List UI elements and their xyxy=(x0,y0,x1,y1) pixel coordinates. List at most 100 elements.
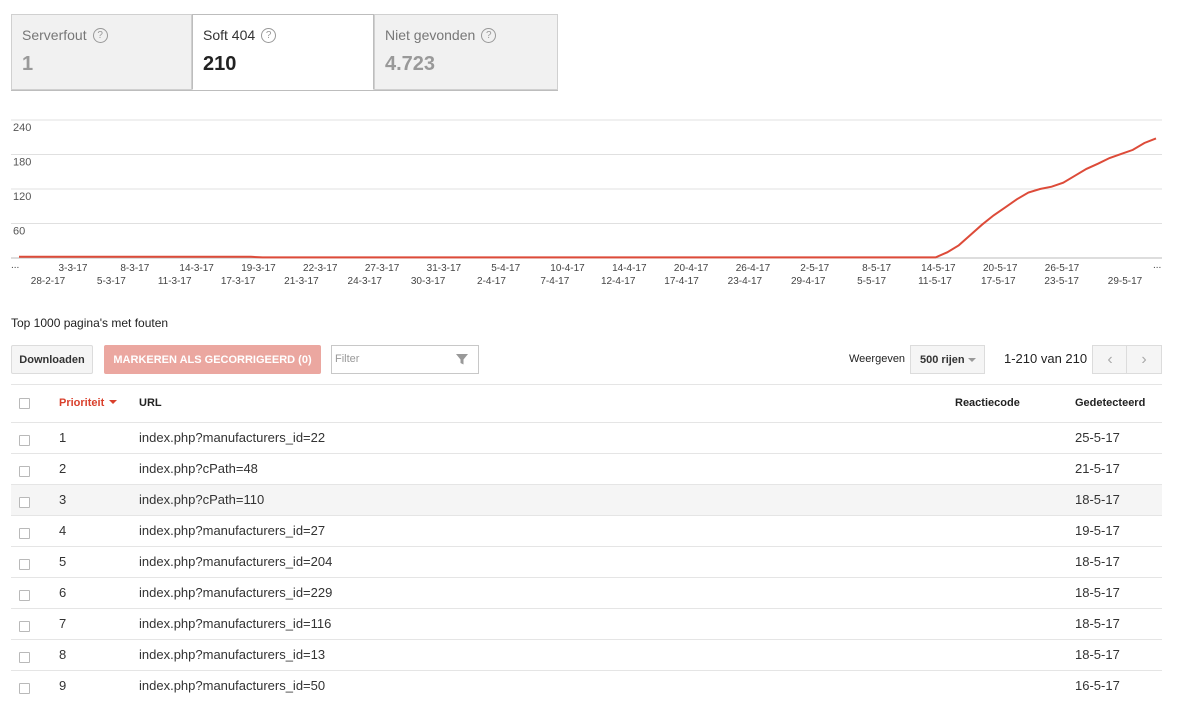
row-url[interactable]: index.php?manufacturers_id=204 xyxy=(139,554,332,569)
table-row[interactable]: 8 index.php?manufacturers_id=13 18-5-17 xyxy=(11,639,1162,670)
chevron-right-icon: › xyxy=(1141,350,1147,368)
url-header[interactable]: URL xyxy=(139,397,162,409)
row-url[interactable]: index.php?manufacturers_id=13 xyxy=(139,647,325,662)
row-detected: 18-5-17 xyxy=(1075,492,1120,507)
row-checkbox[interactable] xyxy=(19,683,30,694)
row-url[interactable]: index.php?manufacturers_id=27 xyxy=(139,523,325,538)
table-row[interactable]: 7 index.php?manufacturers_id=116 18-5-17 xyxy=(11,608,1162,639)
tab-count: 4.723 xyxy=(385,53,436,75)
row-priority: 3 xyxy=(59,492,67,507)
y-tick-label: 60 xyxy=(13,226,25,238)
x-tick-label: 7-4-17 xyxy=(540,276,569,287)
help-icon[interactable]: ? xyxy=(481,27,497,43)
x-tick-label: 23-4-17 xyxy=(728,276,763,287)
x-tick-label: 12-4-17 xyxy=(601,276,636,287)
help-icon[interactable]: ? xyxy=(92,27,108,43)
axis-ellipsis-left: ... xyxy=(11,260,19,271)
tab-count: 210 xyxy=(203,53,237,75)
sort-desc-icon xyxy=(109,400,118,404)
row-url[interactable]: index.php?manufacturers_id=22 xyxy=(139,430,325,445)
row-detected: 18-5-17 xyxy=(1075,585,1120,600)
row-detected: 21-5-17 xyxy=(1075,461,1120,476)
tab-soft-404[interactable]: Soft 404? 210 xyxy=(192,14,374,90)
help-icon[interactable]: ? xyxy=(261,27,277,43)
filter-icon[interactable] xyxy=(455,352,469,366)
x-tick-label: 17-4-17 xyxy=(664,276,699,287)
table-row[interactable]: 4 index.php?manufacturers_id=27 19-5-17 xyxy=(11,515,1162,546)
row-priority: 4 xyxy=(59,523,67,538)
x-tick-label: 14-3-17 xyxy=(179,263,214,274)
table-row[interactable]: 1 index.php?manufacturers_id=22 25-5-17 xyxy=(11,422,1162,453)
response-code-header[interactable]: Reactiecode xyxy=(955,397,1020,409)
row-detected: 18-5-17 xyxy=(1075,647,1120,662)
x-tick-label: 29-4-17 xyxy=(791,276,826,287)
soft-404-chart: 240 180 120 60 3-3-17 8-3-17 14-3-17 19-3-17 22-… xyxy=(11,119,1162,287)
rows-select-value: 500 rijen xyxy=(920,353,965,366)
x-tick-label: 21-3-17 xyxy=(284,276,319,287)
rows-select[interactable]: 500 rijen xyxy=(910,345,985,374)
tab-label: Serverfout xyxy=(22,27,87,43)
row-checkbox[interactable] xyxy=(19,559,30,570)
tab-label: Soft 404 xyxy=(203,27,256,43)
table-row[interactable]: 5 index.php?manufacturers_id=204 18-5-17 xyxy=(11,546,1162,577)
row-url[interactable]: index.php?manufacturers_id=116 xyxy=(139,616,331,631)
row-url[interactable]: index.php?cPath=48 xyxy=(139,461,258,476)
error-type-tabs: Serverfout? 1 Soft 404? 210 Niet gevonde… xyxy=(11,14,558,91)
tab-label: Niet gevonden xyxy=(385,27,476,43)
y-tick-label: 180 xyxy=(13,157,31,169)
x-tick-label: 26-4-17 xyxy=(736,263,771,274)
x-tick-label: 24-3-17 xyxy=(348,276,383,287)
tab-divider xyxy=(11,90,558,91)
x-tick-label: 10-4-17 xyxy=(550,263,585,274)
x-tick-label: 28-2-17 xyxy=(31,276,66,287)
priority-header[interactable]: Prioriteit xyxy=(59,397,118,409)
chevron-left-icon: ‹ xyxy=(1107,350,1113,368)
table-header: Prioriteit URL Reactiecode Gedetecteerd xyxy=(11,384,1162,422)
caret-down-icon xyxy=(968,358,976,362)
row-detected: 16-5-17 xyxy=(1075,678,1120,693)
row-url[interactable]: index.php?manufacturers_id=229 xyxy=(139,585,332,600)
download-button[interactable]: Downloaden xyxy=(11,345,93,374)
x-tick-label: 14-4-17 xyxy=(612,263,647,274)
row-checkbox[interactable] xyxy=(19,652,30,663)
x-tick-label: 31-3-17 xyxy=(427,263,462,274)
x-tick-label: 29-5-17 xyxy=(1108,276,1143,287)
tab-serverfout[interactable]: Serverfout? 1 xyxy=(11,14,192,90)
row-url[interactable]: index.php?cPath=110 xyxy=(139,492,264,507)
tab-niet-gevonden[interactable]: Niet gevonden? 4.723 xyxy=(374,14,558,90)
row-checkbox[interactable] xyxy=(19,435,30,446)
prev-page-button[interactable]: ‹ xyxy=(1092,345,1128,374)
row-checkbox[interactable] xyxy=(19,621,30,632)
row-detected: 18-5-17 xyxy=(1075,616,1120,631)
detected-header[interactable]: Gedetecteerd xyxy=(1075,397,1145,409)
select-all-checkbox[interactable] xyxy=(19,398,30,409)
x-tick-label: 23-5-17 xyxy=(1044,276,1079,287)
row-url[interactable]: index.php?manufacturers_id=50 xyxy=(139,678,325,693)
row-priority: 7 xyxy=(59,616,67,631)
axis-ellipsis-right: ... xyxy=(1153,260,1161,271)
row-checkbox[interactable] xyxy=(19,528,30,539)
x-tick-label: 11-5-17 xyxy=(918,276,952,287)
x-tick-label: 27-3-17 xyxy=(365,263,400,274)
table-row[interactable]: 6 index.php?manufacturers_id=229 18-5-17 xyxy=(11,577,1162,608)
table-row[interactable]: 2 index.php?cPath=48 21-5-17 xyxy=(11,453,1162,484)
x-tick-label: 20-4-17 xyxy=(674,263,709,274)
row-priority: 5 xyxy=(59,554,67,569)
table-row[interactable]: 9 index.php?manufacturers_id=50 16-5-17 xyxy=(11,670,1162,701)
row-checkbox[interactable] xyxy=(19,590,30,601)
x-tick-label: 11-3-17 xyxy=(158,276,192,287)
table-row[interactable]: 3 index.php?cPath=110 18-5-17 xyxy=(11,484,1162,515)
row-checkbox[interactable] xyxy=(19,466,30,477)
x-tick-label: 19-3-17 xyxy=(241,263,276,274)
x-tick-label: 30-3-17 xyxy=(411,276,446,287)
x-tick-label: 2-4-17 xyxy=(477,276,506,287)
filter-input[interactable]: Filter xyxy=(331,345,479,374)
mark-fixed-button[interactable]: MARKEREN ALS GECORRIGEERD (0) xyxy=(104,345,321,374)
next-page-button[interactable]: › xyxy=(1126,345,1162,374)
x-tick-label: 22-3-17 xyxy=(303,263,338,274)
series-line xyxy=(19,137,1157,259)
row-detected: 19-5-17 xyxy=(1075,523,1120,538)
x-tick-label: 17-5-17 xyxy=(981,276,1016,287)
row-priority: 9 xyxy=(59,678,67,693)
row-checkbox[interactable] xyxy=(19,497,30,508)
